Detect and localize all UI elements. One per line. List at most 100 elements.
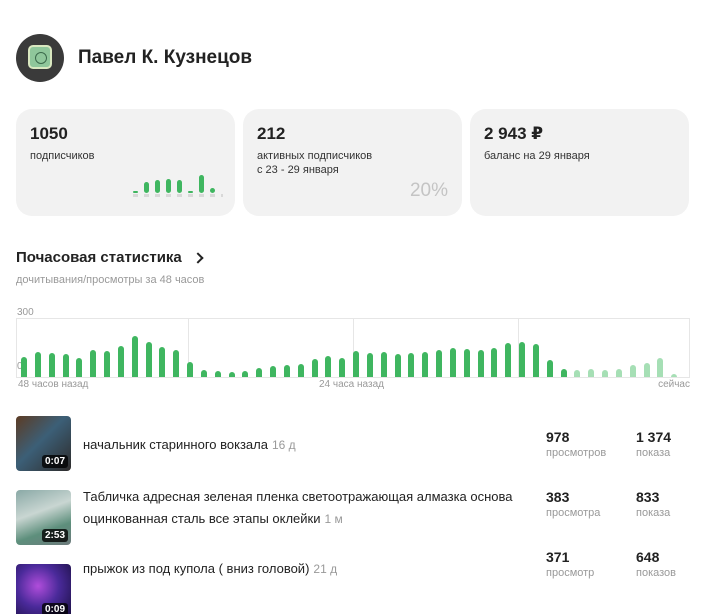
mini-bar bbox=[133, 191, 138, 193]
x-label-end: сейчас bbox=[658, 379, 690, 390]
hourly-bar bbox=[187, 361, 193, 377]
video-thumbnail[interactable]: 0:09 bbox=[16, 564, 71, 614]
hourly-bar bbox=[131, 336, 138, 377]
video-title[interactable]: Табличка адресная зеленая пленка светоот… bbox=[83, 486, 531, 530]
avatar[interactable] bbox=[16, 34, 64, 82]
video-duration: 0:07 bbox=[41, 455, 68, 468]
video-list: 0:07 начальник старинного вокзала 16 д 97… bbox=[16, 416, 690, 614]
hourly-bar bbox=[297, 364, 304, 377]
active-subscribers-count: 212 bbox=[257, 124, 286, 143]
video-age: 21 д bbox=[313, 562, 338, 576]
hourly-bar bbox=[505, 343, 512, 377]
hourly-bar bbox=[48, 352, 55, 377]
video-age: 1 м bbox=[324, 512, 343, 526]
mini-bar bbox=[166, 178, 171, 193]
hourly-bar bbox=[436, 349, 442, 377]
hourly-bar bbox=[228, 372, 235, 377]
mini-bar bbox=[177, 180, 182, 193]
active-subscribers-percent: 20% bbox=[409, 180, 448, 201]
balance-label: баланс на 29 января bbox=[484, 150, 590, 162]
shows-label: показов bbox=[636, 567, 677, 579]
hourly-bar bbox=[283, 365, 290, 377]
video-row[interactable]: 0:07 начальник старинного вокзала 16 д 97… bbox=[16, 416, 690, 490]
video-duration: 2:53 bbox=[41, 529, 68, 542]
views-count: 371 bbox=[546, 549, 570, 565]
shows-label: показа bbox=[636, 507, 671, 519]
hourly-bar bbox=[21, 356, 27, 377]
video-row[interactable]: 0:09 прыжок из под купола ( вниз головой… bbox=[16, 549, 690, 614]
profile-header[interactable]: Павел К. Кузнецов bbox=[16, 34, 252, 82]
video-title[interactable]: начальник старинного вокзала 16 д bbox=[83, 434, 531, 456]
video-thumbnail[interactable]: 0:07 bbox=[16, 416, 71, 471]
views-count: 383 bbox=[546, 489, 570, 505]
hourly-bar bbox=[159, 347, 166, 377]
hourly-bar bbox=[671, 374, 678, 377]
video-age: 16 д bbox=[271, 438, 296, 452]
hourly-bar bbox=[200, 370, 207, 377]
hourly-bars bbox=[16, 318, 690, 378]
shows-label: показа bbox=[636, 447, 671, 459]
hourly-bar bbox=[270, 366, 276, 377]
hourly-bar bbox=[117, 346, 124, 377]
hourly-bar bbox=[325, 355, 332, 377]
views-label: просмотр bbox=[546, 567, 595, 579]
hourly-bar bbox=[422, 351, 429, 377]
mini-bar bbox=[199, 175, 204, 193]
views-stat: 383 просмотра bbox=[546, 489, 600, 519]
video-title-text: прыжок из под купола ( вниз головой) bbox=[83, 561, 310, 576]
views-label: просмотра bbox=[546, 507, 601, 519]
shows-stat: 648 показов bbox=[636, 549, 676, 579]
hourly-chart: 300 0 48 часов назад 24 часа назад сейча… bbox=[16, 306, 690, 396]
shows-count: 1 374 bbox=[636, 429, 672, 445]
hourly-bar bbox=[477, 349, 484, 377]
views-stat: 371 просмотр bbox=[546, 549, 594, 579]
hourly-bar bbox=[394, 353, 401, 377]
hourly-bar bbox=[491, 348, 498, 377]
hourly-bar bbox=[90, 349, 97, 377]
shows-count: 648 bbox=[636, 549, 660, 565]
video-title[interactable]: прыжок из под купола ( вниз головой) 21 д bbox=[83, 558, 531, 580]
video-thumbnail[interactable]: 2:53 bbox=[16, 490, 71, 545]
hourly-bar bbox=[353, 350, 359, 377]
hourly-bar bbox=[173, 349, 180, 377]
x-label-start: 48 часов назад bbox=[18, 379, 89, 390]
hourly-bar bbox=[449, 348, 456, 377]
views-count: 978 bbox=[546, 429, 570, 445]
hourly-stats-subtitle: дочитывания/просмотры за 48 часов bbox=[16, 274, 205, 286]
subscribers-count: 1050 bbox=[30, 124, 68, 143]
hourly-bar bbox=[34, 351, 41, 377]
mini-chart-baseline bbox=[133, 194, 223, 197]
active-subscribers-card[interactable]: 212 активных подписчиков с 23 - 29 январ… bbox=[243, 109, 462, 216]
hourly-bar bbox=[76, 357, 83, 377]
video-title-text: Табличка адресная зеленая пленка светоот… bbox=[83, 489, 513, 526]
views-label: просмотров bbox=[546, 447, 607, 459]
hourly-bar bbox=[615, 369, 622, 377]
x-label-mid: 24 часа назад bbox=[319, 379, 384, 390]
video-duration: 0:09 bbox=[41, 603, 68, 614]
shows-stat: 1 374 показа bbox=[636, 429, 671, 459]
hourly-bar bbox=[560, 369, 567, 377]
mini-bar bbox=[155, 180, 160, 193]
hourly-bar bbox=[532, 344, 539, 377]
hourly-bar bbox=[242, 371, 249, 377]
hourly-bar bbox=[145, 342, 152, 377]
chevron-right-icon bbox=[192, 251, 204, 264]
hourly-bar bbox=[256, 368, 263, 377]
hourly-bar bbox=[104, 350, 110, 377]
balance-card[interactable]: 2 943 ₽ баланс на 29 января bbox=[470, 109, 689, 216]
avatar-logo bbox=[28, 45, 52, 69]
hourly-stats-title: Почасовая статистика bbox=[16, 249, 182, 266]
hourly-stats-link[interactable]: Почасовая статистика bbox=[16, 249, 204, 266]
subscribers-card[interactable]: 1050 подписчиков bbox=[16, 109, 235, 216]
mini-bar bbox=[144, 182, 149, 193]
profile-name[interactable]: Павел К. Кузнецов bbox=[78, 47, 252, 69]
hourly-bar bbox=[380, 351, 387, 377]
mini-bar bbox=[210, 187, 215, 193]
shows-count: 833 bbox=[636, 489, 660, 505]
video-title-text: начальник старинного вокзала bbox=[83, 437, 268, 452]
subscribers-mini-chart bbox=[133, 169, 223, 197]
hourly-bar bbox=[62, 353, 69, 377]
balance-value: 2 943 ₽ bbox=[484, 124, 544, 143]
hourly-bar bbox=[366, 352, 373, 377]
hourly-bar bbox=[643, 362, 650, 377]
